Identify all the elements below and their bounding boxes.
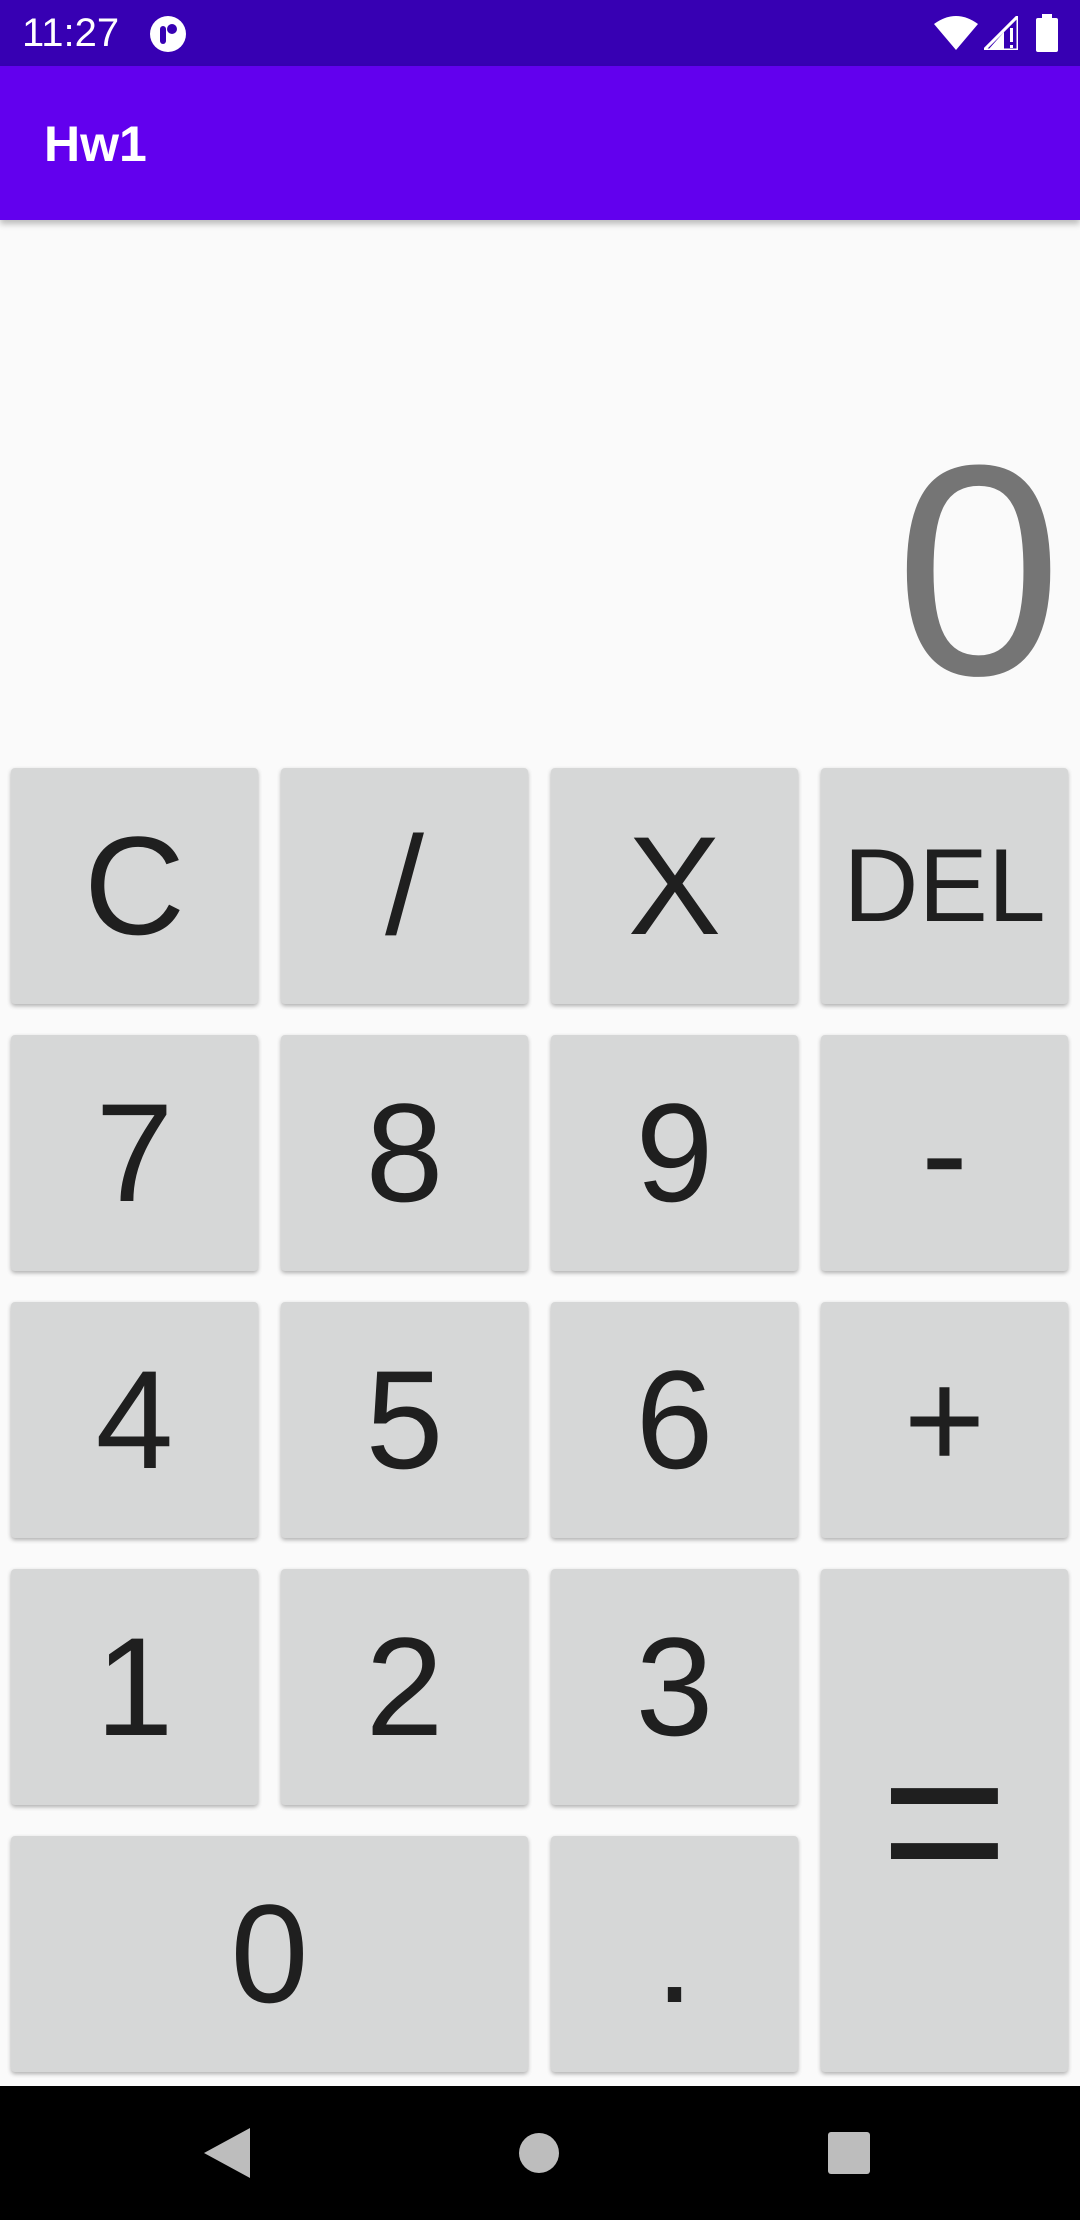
decimal-button-label: .	[655, 1875, 694, 2032]
multiply-button[interactable]: X	[551, 768, 798, 1004]
notification-app-icon	[150, 16, 186, 52]
multiply-button-label: X	[627, 807, 722, 964]
plus-button-label: +	[903, 1341, 986, 1498]
wifi-icon	[934, 16, 978, 50]
app-bar: Hw1	[0, 66, 1080, 220]
seven-button-label: 7	[95, 1074, 174, 1231]
status-bar: 11:27	[0, 0, 1080, 66]
home-icon[interactable]	[518, 2132, 560, 2174]
two-button-label: 2	[365, 1608, 444, 1765]
zero-button-label: 0	[230, 1875, 309, 2032]
one-button-label: 1	[95, 1608, 174, 1765]
calculator-display: 0	[0, 220, 1080, 760]
five-button[interactable]: 5	[281, 1302, 528, 1538]
plus-button[interactable]: +	[821, 1302, 1068, 1538]
delete-button[interactable]: DEL	[821, 768, 1068, 1004]
navigation-bar	[0, 2086, 1080, 2220]
six-button-label: 6	[635, 1341, 714, 1498]
clear-button-label: C	[83, 807, 186, 964]
recents-icon[interactable]	[828, 2132, 870, 2174]
four-button-label: 4	[95, 1341, 174, 1498]
nine-button[interactable]: 9	[551, 1035, 798, 1271]
zero-button[interactable]: 0	[11, 1836, 528, 2072]
divide-button-label: /	[385, 807, 424, 964]
two-button[interactable]: 2	[281, 1569, 528, 1805]
equals-button-label: =	[880, 1697, 1009, 1943]
back-icon[interactable]	[204, 2128, 250, 2178]
decimal-button[interactable]: .	[551, 1836, 798, 2072]
minus-button-label: -	[921, 1074, 968, 1231]
app-title: Hw1	[44, 116, 147, 172]
clear-button[interactable]: C	[11, 768, 258, 1004]
status-time: 11:27	[22, 11, 120, 55]
eight-button-label: 8	[365, 1074, 444, 1231]
nine-button-label: 9	[635, 1074, 714, 1231]
five-button-label: 5	[365, 1341, 444, 1498]
three-button-label: 3	[635, 1608, 714, 1765]
one-button[interactable]: 1	[11, 1569, 258, 1805]
six-button[interactable]: 6	[551, 1302, 798, 1538]
three-button[interactable]: 3	[551, 1569, 798, 1805]
delete-button-label: DEL	[843, 827, 1046, 944]
display-value: 0	[895, 402, 1062, 738]
minus-button[interactable]: -	[821, 1035, 1068, 1271]
equals-button[interactable]: =	[821, 1569, 1068, 2072]
seven-button[interactable]: 7	[11, 1035, 258, 1271]
divide-button[interactable]: /	[281, 768, 528, 1004]
signal-icon	[984, 16, 1018, 50]
four-button[interactable]: 4	[11, 1302, 258, 1538]
battery-icon	[1036, 14, 1058, 52]
eight-button[interactable]: 8	[281, 1035, 528, 1271]
